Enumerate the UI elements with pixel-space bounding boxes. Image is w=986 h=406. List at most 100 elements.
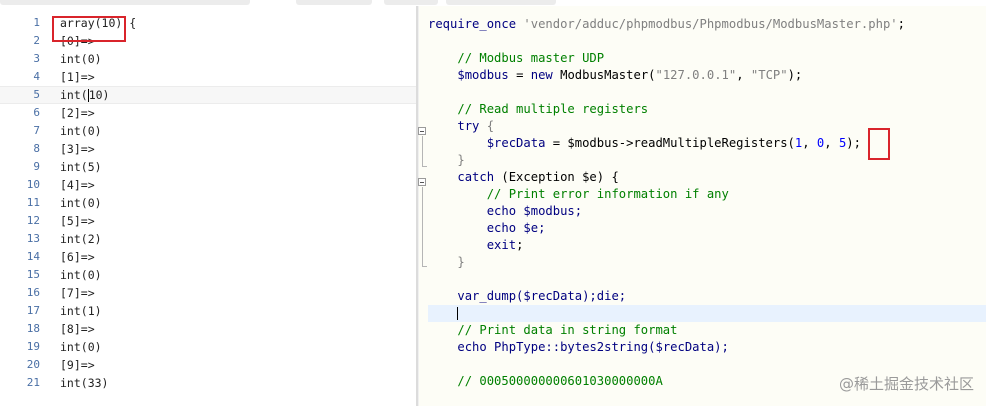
- code-line: echo $modbus;: [428, 203, 582, 220]
- line-number: 13: [26, 232, 40, 245]
- line-number: 9: [33, 160, 40, 173]
- output-text: array(10) {: [60, 16, 137, 30]
- line-number: 17: [26, 304, 40, 317]
- editor-tab[interactable]: [296, 0, 372, 5]
- output-text: [7]=>: [60, 286, 95, 300]
- editor-tab[interactable]: [446, 0, 556, 5]
- number-literal: 1: [794, 136, 803, 150]
- string-literal: "TCP": [750, 68, 788, 82]
- output-text: int(0): [60, 52, 102, 66]
- line-number: 10: [26, 178, 40, 191]
- output-line: 4 [1]=>: [0, 68, 418, 86]
- code-token: );: [846, 136, 861, 150]
- code-token: (Exception $e) {: [494, 170, 619, 184]
- editor-tab[interactable]: [384, 0, 438, 5]
- output-line: 20 [9]=>: [0, 356, 418, 374]
- variable: $modbus: [457, 68, 509, 82]
- output-text: [0]=>: [60, 34, 95, 48]
- code-token: {: [479, 119, 495, 133]
- code-line-current: [428, 305, 459, 322]
- code-comment: // Read multiple registers: [457, 102, 649, 116]
- output-text: int(10): [60, 88, 110, 102]
- output-text: int(33): [60, 376, 109, 390]
- code-token: ModbusMaster(: [552, 68, 656, 82]
- code-token: );: [787, 68, 803, 82]
- line-number: 15: [26, 268, 40, 281]
- output-text: [5]=>: [60, 214, 95, 228]
- fold-guide: [422, 266, 427, 267]
- code-line: var_dump($recData);die;: [428, 288, 626, 305]
- line-number: 5: [33, 88, 40, 101]
- code-editor-pane[interactable]: require_once 'vendor/adduc/phpmodbus/Php…: [416, 6, 986, 406]
- output-line: 15 int(0): [0, 266, 418, 284]
- variable: $modbus;: [516, 204, 583, 218]
- code-token: var_dump($recData);die;: [457, 289, 627, 303]
- line-number: 2: [33, 34, 40, 47]
- code-line: // Modbus master UDP: [428, 50, 604, 67]
- line-number: 11: [26, 196, 40, 209]
- output-text: [1]=>: [60, 70, 95, 84]
- output-text: int(5): [60, 160, 102, 174]
- code-token: ,: [736, 68, 751, 82]
- output-line: 18 [8]=>: [0, 320, 418, 338]
- output-text: int(0): [60, 268, 102, 282]
- string-literal: "127.0.0.1": [655, 68, 737, 82]
- line-number: 18: [26, 322, 40, 335]
- output-pane[interactable]: 1 array(10) { 2 [0]=> 3 int(0) 4 [1]=> 5 int(…: [0, 6, 418, 406]
- variable: $recData: [486, 136, 546, 150]
- fold-guide: [422, 136, 423, 166]
- editor-tab[interactable]: [0, 0, 250, 5]
- output-text: [6]=>: [60, 250, 95, 264]
- code-line: echo $e;: [428, 220, 546, 237]
- variable: $e;: [516, 221, 546, 235]
- line-number: 19: [26, 340, 40, 353]
- text-cursor: [87, 89, 89, 102]
- current-line-highlight: [428, 305, 986, 322]
- line-number: 4: [33, 70, 40, 83]
- code-line: $recData = $modbus->readMultipleRegister…: [486, 136, 861, 150]
- output-text: [9]=>: [60, 358, 95, 372]
- code-token: }: [457, 153, 465, 167]
- output-line: 21 int(33): [0, 374, 418, 392]
- line-number: 20: [26, 358, 40, 371]
- output-text: [2]=>: [60, 106, 95, 120]
- output-line: 16 [7]=>: [0, 284, 418, 302]
- output-line: 12 [5]=>: [0, 212, 418, 230]
- output-text: int(0): [60, 340, 102, 354]
- code-token: PhpType::bytes2string($recData);: [486, 340, 729, 354]
- code-line: require_once 'vendor/adduc/phpmodbus/Php…: [428, 16, 905, 33]
- line-number: 8: [33, 142, 40, 155]
- output-text: int(1): [60, 304, 102, 318]
- output-line: 6 [2]=>: [0, 104, 418, 122]
- output-line: 10 [4]=>: [0, 176, 418, 194]
- code-line: }: [428, 152, 465, 169]
- output-line: 9 int(5): [0, 158, 418, 176]
- keyword-echo: echo: [457, 340, 487, 354]
- keyword-exit: exit: [486, 238, 517, 252]
- code-token: = $modbus->readMultipleRegisters(: [545, 136, 795, 150]
- keyword-new: new: [530, 68, 553, 82]
- line-number: 3: [33, 52, 40, 65]
- code-token: =: [508, 68, 531, 82]
- code-line: try {: [428, 118, 494, 135]
- output-line: 8 [3]=>: [0, 140, 418, 158]
- line-number: 21: [26, 376, 40, 389]
- line-number: 16: [26, 286, 40, 299]
- code-line: // Print data in string format: [428, 322, 677, 339]
- code-line: catch (Exception $e) {: [428, 169, 619, 186]
- text-cursor: [457, 307, 459, 320]
- code-line: $modbus = new ModbusMaster("127.0.0.1", …: [428, 67, 802, 84]
- fold-toggle-icon[interactable]: [418, 127, 426, 135]
- line-number: 12: [26, 214, 40, 227]
- fold-toggle-icon[interactable]: [418, 178, 426, 186]
- highlight-box-register-count: [868, 128, 890, 160]
- output-line: 3 int(0): [0, 50, 418, 68]
- output-text: int(0): [60, 124, 102, 138]
- code-line: // Print error information if any: [428, 186, 729, 203]
- keyword-require-once: require_once: [428, 17, 517, 31]
- keyword-try: try: [457, 119, 480, 133]
- code-line: }: [428, 254, 464, 271]
- output-line: 14 [6]=>: [0, 248, 418, 266]
- output-text: [8]=>: [60, 322, 95, 336]
- keyword-catch: catch: [457, 170, 495, 184]
